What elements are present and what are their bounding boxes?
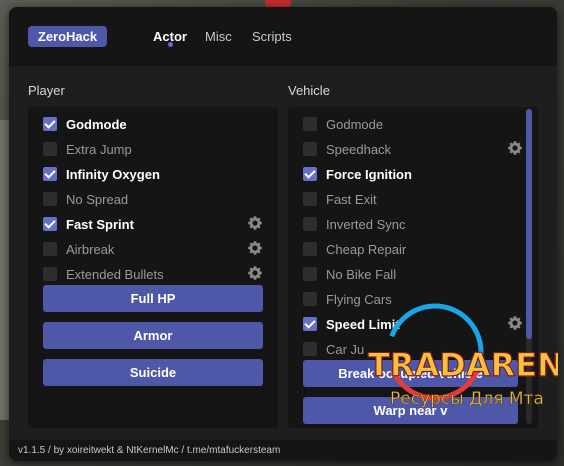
- player-item-airbreak[interactable]: Airbreak: [43, 239, 263, 259]
- player-button-full-hp[interactable]: Full HP: [43, 285, 263, 312]
- player-item-godmode[interactable]: Godmode: [43, 114, 263, 134]
- vehicle-item-inverted-sync[interactable]: Inverted Sync: [303, 214, 523, 234]
- item-label: Extra Jump: [66, 142, 132, 157]
- tab-scripts[interactable]: Scripts: [252, 29, 292, 44]
- tab-misc[interactable]: Misc: [205, 29, 232, 44]
- vehicle-item-no-bike-fall[interactable]: No Bike Fall: [303, 264, 523, 284]
- vehicle-item-fast-exit[interactable]: Fast Exit: [303, 189, 523, 209]
- vehicle-item-flying-cars[interactable]: Flying Cars: [303, 289, 523, 309]
- checkbox-unchecked[interactable]: [303, 142, 317, 156]
- footer: v1.1.5 / by xoireitwekt & NtKernelMc / t…: [9, 440, 557, 461]
- vehicle-item-force-ignition[interactable]: Force Ignition: [303, 164, 523, 184]
- vehicle-item-cheap-repair[interactable]: Cheap Repair: [303, 239, 523, 259]
- footer-credits: v1.1.5 / by xoireitwekt & NtKernelMc / t…: [18, 445, 281, 456]
- checkbox-checked[interactable]: [43, 117, 57, 131]
- item-label: Speedhack: [326, 142, 392, 157]
- vehicle-scrollbar[interactable]: [526, 109, 532, 424]
- item-label: Godmode: [326, 117, 384, 132]
- gear-icon[interactable]: [507, 140, 523, 156]
- item-label: Airbreak: [66, 242, 115, 257]
- item-label: Flying Cars: [326, 292, 392, 307]
- checkbox-unchecked[interactable]: [303, 242, 317, 256]
- player-button-suicide[interactable]: Suicide: [43, 359, 263, 386]
- player-section-title: Player: [28, 83, 65, 98]
- checkbox-unchecked[interactable]: [303, 117, 317, 131]
- player-item-no-spread[interactable]: No Spread: [43, 189, 263, 209]
- player-item-fast-sprint[interactable]: Fast Sprint: [43, 214, 263, 234]
- vehicle-scroll-thumb[interactable]: [526, 109, 532, 339]
- item-label: Infinity Oxygen: [66, 167, 160, 182]
- player-panel: Godmode Extra Jump Infinity Oxygen No Sprea…: [28, 107, 278, 428]
- item-label: Force Ignition: [326, 167, 412, 182]
- item-label: Inverted Sync: [326, 217, 406, 232]
- item-label: Speed Limit: [326, 317, 400, 332]
- checkbox-checked[interactable]: [303, 167, 317, 181]
- checkbox-unchecked[interactable]: [303, 192, 317, 206]
- gear-icon[interactable]: [247, 240, 263, 256]
- item-label: Godmode: [66, 117, 127, 132]
- checkbox-checked[interactable]: [43, 167, 57, 181]
- item-label: Extended Bullets: [66, 267, 164, 282]
- vehicle-item-car-ju[interactable]: Car Ju: [303, 339, 523, 359]
- brand-badge: ZeroHack: [28, 26, 107, 47]
- item-label: No Bike Fall: [326, 267, 397, 282]
- checkbox-checked[interactable]: [303, 317, 317, 331]
- checkbox-unchecked[interactable]: [303, 342, 317, 356]
- player-item-infinity-oxygen[interactable]: Infinity Oxygen: [43, 164, 263, 184]
- vehicle-button-break-occupied-vehicle[interactable]: Break occupied vehicle: [303, 360, 518, 387]
- gear-icon[interactable]: [247, 215, 263, 231]
- vehicle-section-title: Vehicle: [288, 83, 330, 98]
- vehicle-item-speed-limit[interactable]: Speed Limit: [303, 314, 523, 334]
- vehicle-button-warp-near-v[interactable]: Warp near v: [303, 397, 518, 424]
- gear-icon[interactable]: [507, 315, 523, 331]
- checkbox-unchecked[interactable]: [43, 192, 57, 206]
- vehicle-panel[interactable]: Godmode Speedhack Force Ignition Fast Exit I…: [288, 107, 538, 428]
- item-label: No Spread: [66, 192, 129, 207]
- header: ZeroHack Actor Misc Scripts: [9, 7, 557, 66]
- cheat-menu-window: ZeroHack Actor Misc Scripts Player Vehic…: [9, 7, 557, 461]
- checkbox-checked[interactable]: [43, 217, 57, 231]
- content-area: Player Vehicle Godmode Extra Jump Infinity…: [9, 66, 557, 440]
- player-item-extra-jump[interactable]: Extra Jump: [43, 139, 263, 159]
- checkbox-unchecked[interactable]: [303, 217, 317, 231]
- checkbox-unchecked[interactable]: [303, 267, 317, 281]
- player-button-armor[interactable]: Armor: [43, 322, 263, 349]
- item-label: Cheap Repair: [326, 242, 407, 257]
- gear-icon[interactable]: [247, 265, 263, 281]
- item-label: Fast Sprint: [66, 217, 134, 232]
- checkbox-unchecked[interactable]: [43, 142, 57, 156]
- active-tab-indicator: [168, 42, 173, 47]
- item-label: Car Ju: [326, 342, 365, 357]
- vehicle-item-speedhack[interactable]: Speedhack: [303, 139, 523, 159]
- checkbox-unchecked[interactable]: [43, 267, 57, 281]
- checkbox-unchecked[interactable]: [43, 242, 57, 256]
- player-item-extended-bullets[interactable]: Extended Bullets: [43, 264, 263, 284]
- vehicle-item-godmode[interactable]: Godmode: [303, 114, 523, 134]
- item-label: Fast Exit: [326, 192, 377, 207]
- checkbox-unchecked[interactable]: [303, 292, 317, 306]
